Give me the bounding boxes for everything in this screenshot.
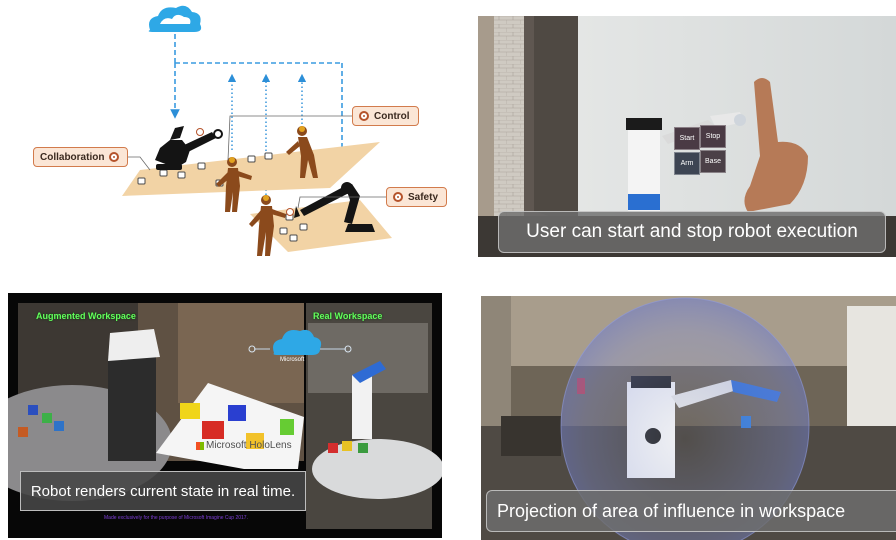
control-tag: Control xyxy=(352,106,419,126)
augmented-workspace-label: Augmented Workspace xyxy=(36,311,136,321)
collaboration-label: Collaboration xyxy=(40,151,105,163)
diagram-illustration xyxy=(118,5,392,256)
video-area-of-influence: Projection of area of influence in works… xyxy=(481,296,896,540)
cloud-brand-label: Microsoft xyxy=(280,357,305,363)
collaboration-tag: Collaboration xyxy=(33,147,129,167)
caption: User can start and stop robot execution xyxy=(498,211,886,253)
windows-logo-icon xyxy=(196,442,204,450)
holo-arm-button[interactable]: Arm xyxy=(674,152,700,175)
holo-base-button[interactable]: Base xyxy=(700,150,726,173)
target-icon xyxy=(359,111,369,121)
target-icon xyxy=(393,192,403,202)
video-start-stop: Start Stop Arm Base User can start and s… xyxy=(478,16,896,257)
hololens-brand-label: Microsoft HoloLens xyxy=(206,440,292,451)
caption: Robot renders current state in real time… xyxy=(20,471,306,511)
safety-tag: Safety xyxy=(386,187,448,207)
real-workspace-label: Real Workspace xyxy=(313,311,383,321)
holo-stop-button[interactable]: Stop xyxy=(700,125,726,148)
cloud-icon xyxy=(148,5,202,32)
holo-start-button[interactable]: Start xyxy=(674,127,700,150)
target-icon xyxy=(109,152,120,162)
credit-text: Made exclusively for the purpose of Micr… xyxy=(104,515,248,521)
video-real-time-state: Augmented Workspace Real Workspace Micro… xyxy=(8,293,442,538)
control-label: Control xyxy=(374,110,410,122)
safety-label: Safety xyxy=(408,191,439,203)
concept-diagram: Collaboration Control Safety xyxy=(0,0,460,270)
caption: Projection of area of influence in works… xyxy=(486,490,896,532)
